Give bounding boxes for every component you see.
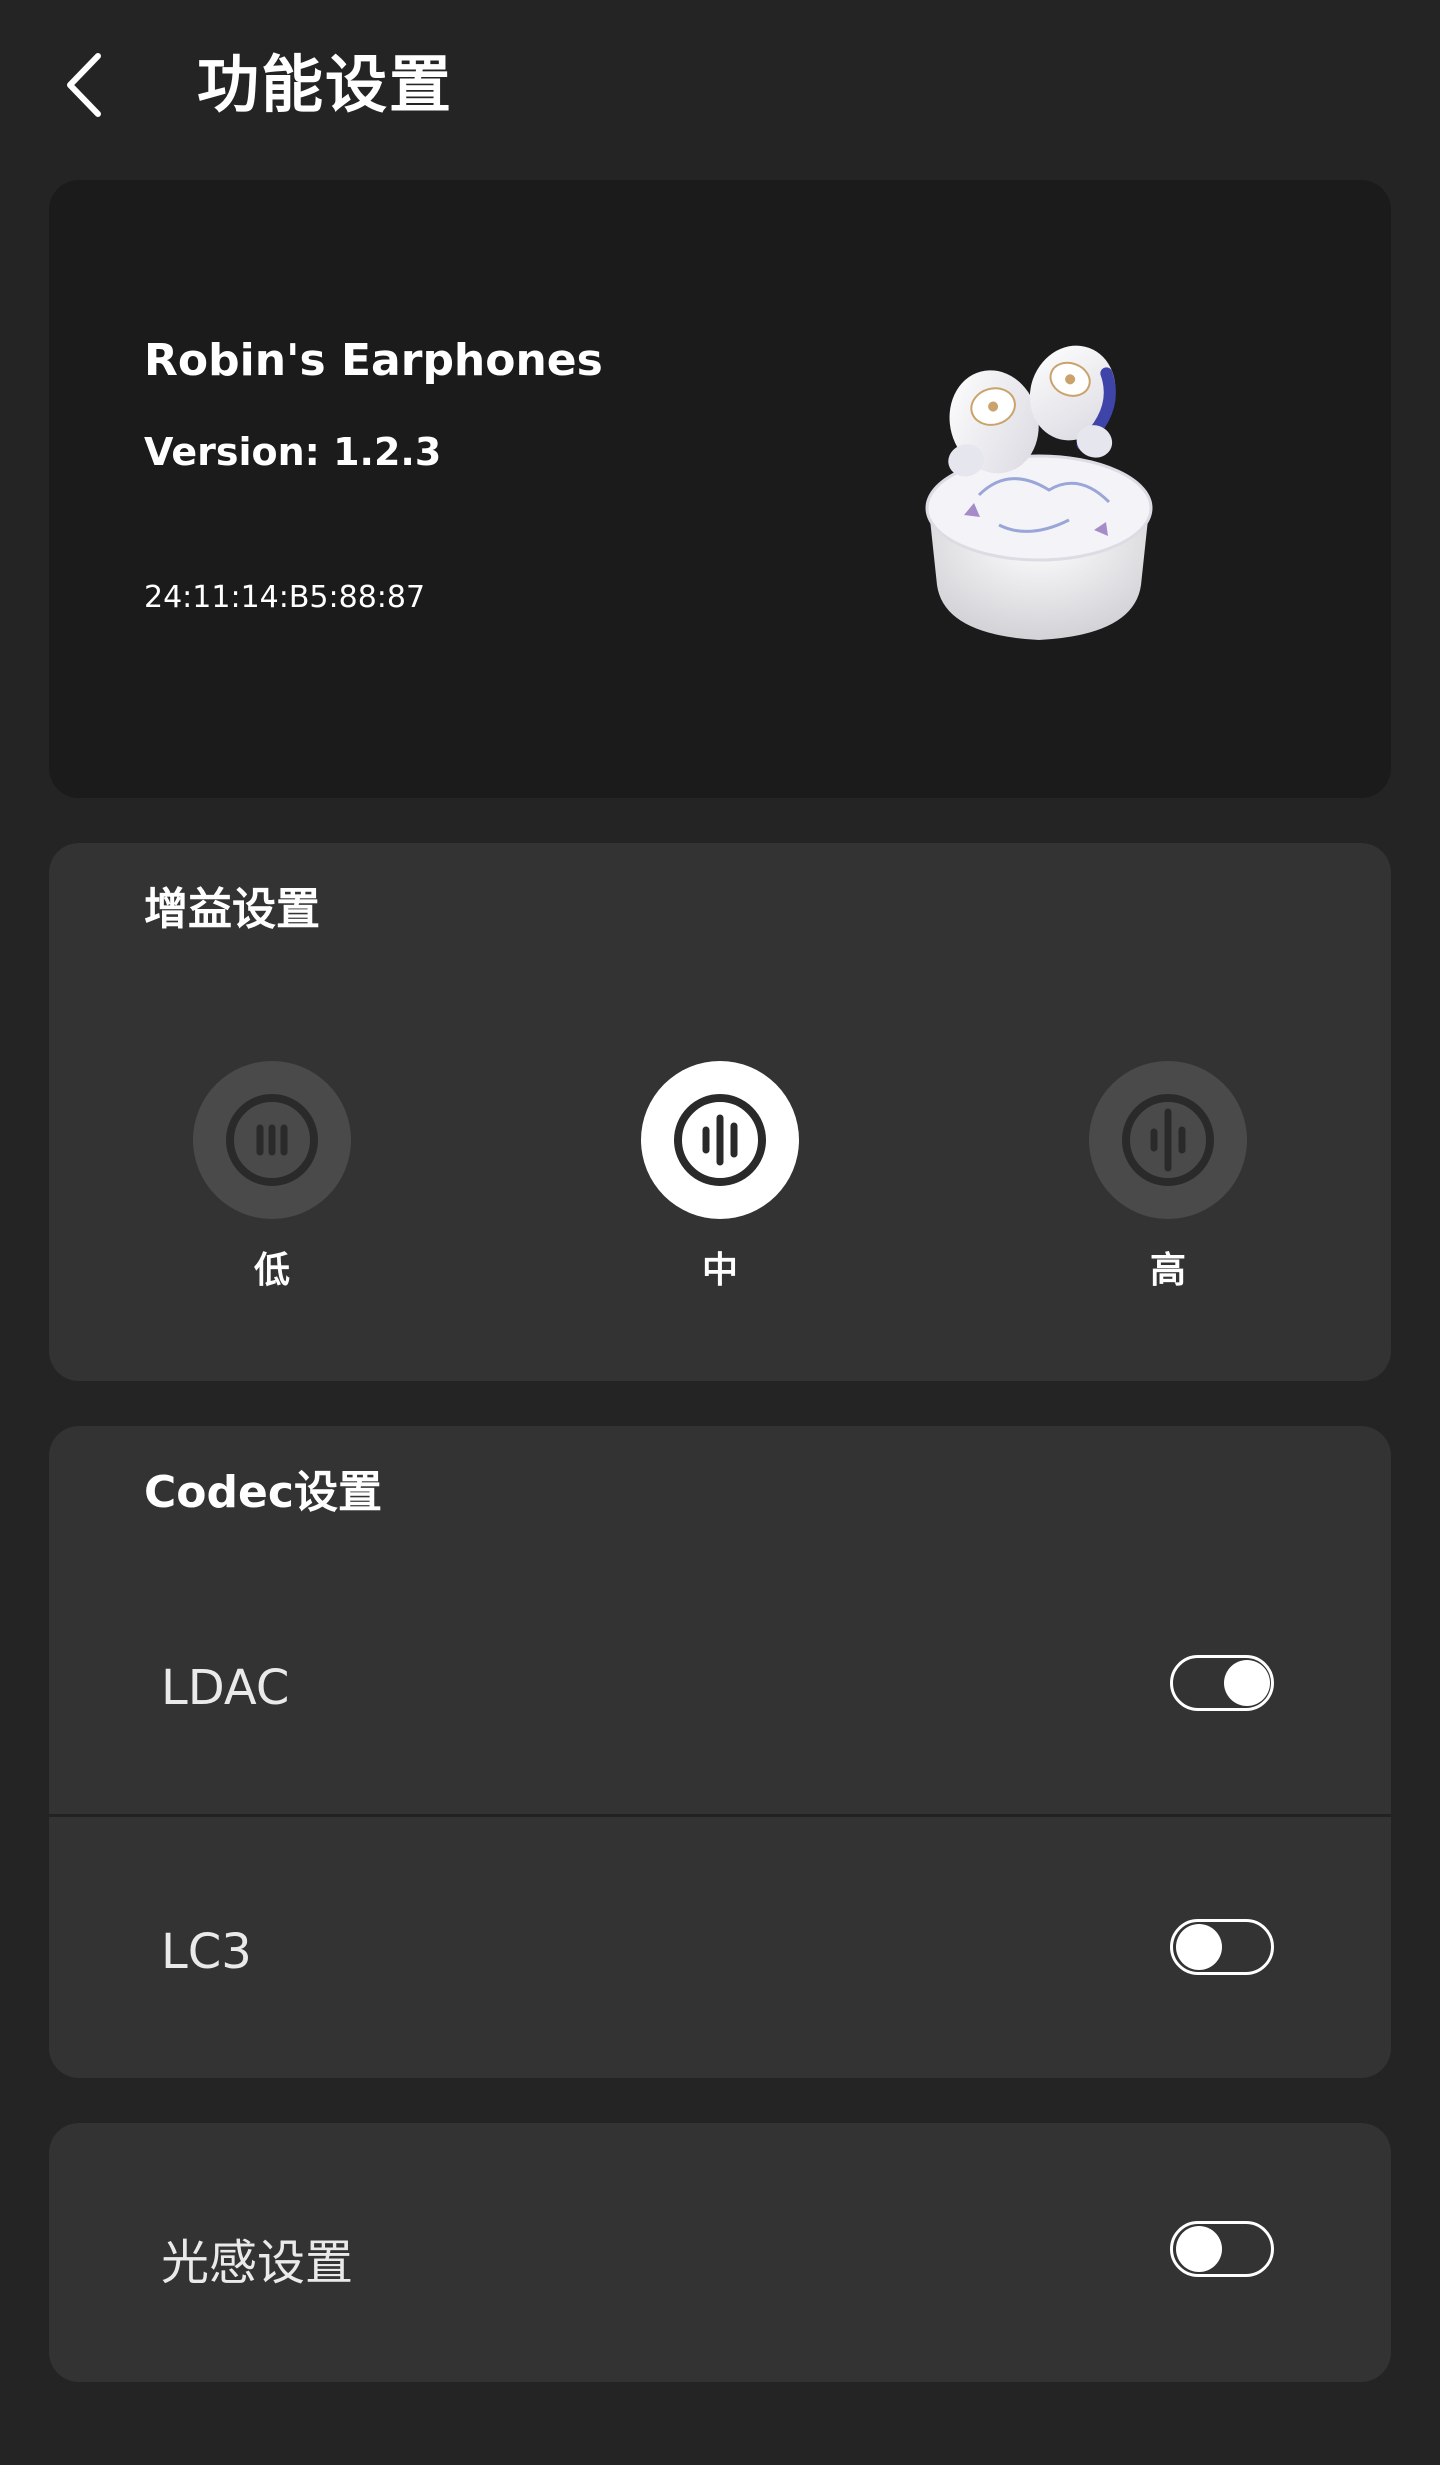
page-title: 功能设置 — [197, 48, 454, 121]
low-gain-waveform-icon — [226, 1094, 318, 1186]
device-mac-address: 24:11:14:B5:88:87 — [144, 580, 426, 615]
gain-medium-button[interactable] — [641, 1061, 799, 1219]
device-version: Version: 1.2.3 — [144, 430, 442, 474]
gain-option-high[interactable]: 高 — [1088, 1061, 1248, 1293]
device-name: Robin's Earphones — [144, 335, 603, 386]
chevron-left-icon — [67, 53, 101, 117]
ldac-label: LDAC — [161, 1660, 290, 1716]
light-sensor-card: 光感设置 — [49, 2123, 1391, 2382]
lc3-label: LC3 — [161, 1924, 252, 1980]
gain-settings-card: 增益设置 低 中 高 — [49, 843, 1391, 1381]
divider — [49, 1814, 1391, 1817]
gain-option-label: 中 — [701, 1250, 738, 1291]
codec-settings-title: Codec设置 — [144, 1467, 382, 1518]
gain-option-label: 低 — [253, 1250, 290, 1291]
ldac-toggle[interactable] — [1170, 1655, 1274, 1711]
medium-gain-waveform-icon — [674, 1094, 766, 1186]
high-gain-waveform-icon — [1122, 1094, 1214, 1186]
gain-low-button[interactable] — [193, 1061, 351, 1219]
codec-settings-card: Codec设置 LDAC LC3 — [49, 1426, 1391, 2078]
lc3-toggle[interactable] — [1170, 1919, 1274, 1975]
gain-option-low[interactable]: 低 — [192, 1061, 352, 1293]
light-sensor-label: 光感设置 — [161, 2235, 354, 2291]
gain-option-label: 高 — [1149, 1250, 1186, 1291]
light-sensor-toggle[interactable] — [1170, 2221, 1274, 2277]
header: 功能设置 — [0, 0, 1440, 170]
toggle-knob — [1224, 1660, 1270, 1706]
device-info-card: Robin's Earphones Version: 1.2.3 24:11:1… — [49, 180, 1391, 798]
gain-option-medium[interactable]: 中 — [640, 1061, 800, 1293]
toggle-knob — [1176, 1924, 1222, 1970]
gain-settings-title: 增益设置 — [144, 884, 320, 935]
toggle-knob — [1176, 2226, 1222, 2272]
earphones-with-case-image — [925, 345, 1153, 640]
back-button[interactable] — [62, 40, 142, 130]
gain-high-button[interactable] — [1089, 1061, 1247, 1219]
